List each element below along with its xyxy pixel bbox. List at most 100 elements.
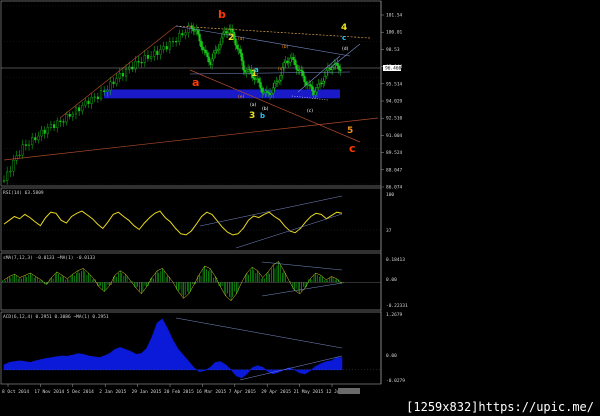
candle-body xyxy=(2,180,6,182)
candle-body xyxy=(295,64,298,70)
candle-body xyxy=(74,107,78,115)
price-tick-label: 98.53 xyxy=(386,47,400,53)
wave-label: (a) xyxy=(238,36,245,42)
ma-tick-label: 0.18413 xyxy=(386,257,405,263)
candle-body xyxy=(90,97,93,104)
price-tick-label: 95.514 xyxy=(386,81,403,87)
wave-label: 5 xyxy=(347,126,353,136)
wave-label: (b) xyxy=(262,106,269,112)
x-tick-label: 16 Mar 2015 xyxy=(196,389,226,395)
x-axis-cursor-box xyxy=(338,388,360,394)
ma-panel xyxy=(1,261,381,302)
price-tick-label: 91.004 xyxy=(386,133,403,139)
x-tick-label: 2 Jan 2015 xyxy=(99,389,126,395)
candle-body xyxy=(315,87,319,93)
ma-tick-label: -0.22331 xyxy=(386,303,408,309)
wave-label: a xyxy=(254,66,259,74)
candle-body xyxy=(168,41,171,50)
wave-label: 2 xyxy=(228,33,234,43)
rsi-panel xyxy=(1,195,381,249)
candle-body xyxy=(259,82,262,89)
acd-header: ACD(6,12,4) 0.2951 0.3086 ~MA(1) 0.2951 xyxy=(3,314,109,320)
current-price-label: 96.460 xyxy=(385,66,402,72)
x-tick-label: 29 Apr 2015 xyxy=(261,389,291,395)
rsi-tick-label: 100 xyxy=(386,192,394,198)
candle-body xyxy=(212,52,215,60)
candle-body xyxy=(137,61,140,63)
candle-body xyxy=(56,120,59,128)
candle-body xyxy=(24,144,28,146)
candle-body xyxy=(270,92,273,95)
ma-tick-label: 0.00 xyxy=(386,277,397,283)
candle-body xyxy=(196,29,200,35)
ma-trendline-lower xyxy=(261,282,343,297)
candle-body xyxy=(65,114,68,123)
x-tick-label: 17 Nov 2014 xyxy=(34,389,64,395)
candle-body xyxy=(52,124,56,128)
x-axis: 8 Oct 2014 17 Nov 2014 5 Dec 2014 2 Jan 201… xyxy=(2,384,360,395)
candle-body xyxy=(153,50,156,57)
candle-body xyxy=(37,135,40,141)
price-tick-label: 94.029 xyxy=(386,99,403,105)
candle-body xyxy=(201,46,204,50)
x-tick-label: 7 Apr 2015 xyxy=(229,389,256,395)
candle-body xyxy=(18,154,21,157)
candle-body xyxy=(15,155,18,161)
wave-label: 3 xyxy=(249,111,255,121)
candle-body xyxy=(279,75,283,81)
candle-body xyxy=(84,100,87,106)
candle-body xyxy=(59,120,62,122)
rising-trendline xyxy=(59,25,177,119)
candle-body xyxy=(62,121,65,123)
candle-body xyxy=(43,129,46,134)
price-tick-label: 92.510 xyxy=(386,116,403,122)
ma-axis: 0.18413 0.00 -0.22331 xyxy=(386,257,408,309)
candle-body xyxy=(314,91,317,95)
acd-panel xyxy=(1,317,381,381)
candle-body xyxy=(149,55,153,59)
wave-label: (a) xyxy=(250,102,257,108)
candle-body xyxy=(71,113,74,117)
candle-body xyxy=(78,107,81,112)
candle-body xyxy=(301,70,304,77)
candle-body xyxy=(261,88,264,93)
wave-label: (b) xyxy=(282,44,289,50)
candle-body xyxy=(337,65,340,70)
candle-body xyxy=(236,45,239,49)
acd-area xyxy=(3,318,343,379)
candle-body xyxy=(234,38,237,46)
candle-body xyxy=(273,82,276,89)
acd-tick-label: 1.2679 xyxy=(386,312,403,318)
acd-panel-frame xyxy=(0,311,382,385)
candle-body xyxy=(103,90,106,92)
candle-body xyxy=(162,46,165,50)
rsi-header: RSI(14) 63.5809 xyxy=(3,190,44,196)
candle-body xyxy=(49,124,53,128)
candle-body xyxy=(293,59,297,66)
x-tick-label: 20 Feb 2015 xyxy=(164,389,194,395)
wave-label: (c) xyxy=(307,108,313,114)
rsi-trendline-lower xyxy=(235,213,343,249)
chart-canvas: bac21345abc(a)(b)(c)(e)(a)(b) (c)(d) 101.… xyxy=(0,0,408,395)
candle-body xyxy=(6,171,9,181)
rsi-panel-frame xyxy=(0,187,382,252)
candle-body xyxy=(27,144,31,146)
rsi-line xyxy=(3,210,343,236)
candle-body xyxy=(124,69,128,77)
candle-body xyxy=(292,57,295,60)
price-tick-label: 89.524 xyxy=(386,150,403,156)
candle-body xyxy=(181,33,184,36)
candle-body xyxy=(198,33,201,42)
price-tick-label: 88.047 xyxy=(386,167,403,173)
candle-body xyxy=(339,69,342,72)
price-panel: bac21345abc(a)(b)(c)(e)(a)(b) (c)(d) xyxy=(1,5,381,185)
x-tick-label: 21 May 2015 xyxy=(294,389,324,395)
wave-label: (d) xyxy=(342,46,349,52)
x-tick-label: 29 Jan 2015 xyxy=(132,389,162,395)
candle-body xyxy=(200,40,203,48)
candle-body xyxy=(9,170,12,173)
candle-body xyxy=(140,62,143,64)
wave-label: (e) xyxy=(238,94,245,100)
candle-body xyxy=(220,37,223,45)
candle-body xyxy=(106,89,109,92)
